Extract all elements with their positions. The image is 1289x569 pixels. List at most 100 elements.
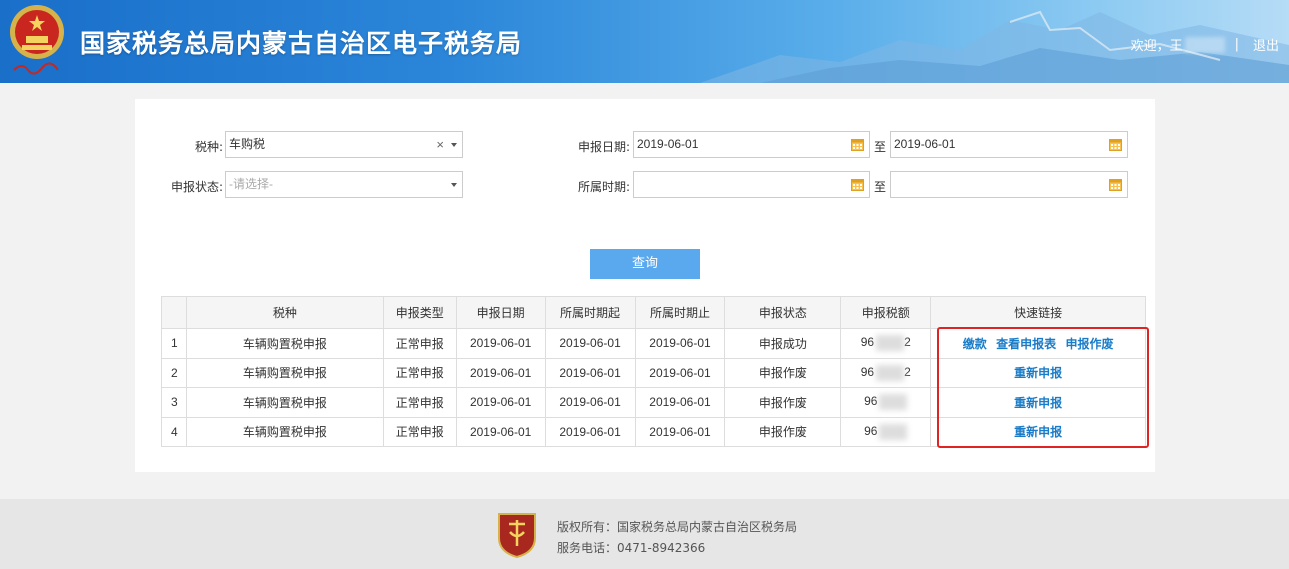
row-amount: 96 (840, 387, 932, 418)
amount-prefix: 96 (864, 423, 878, 438)
redeclare-link[interactable]: 重新申报 (1014, 425, 1062, 439)
view-form-link[interactable]: 查看申报表 (996, 337, 1056, 351)
row-type: 正常申报 (382, 328, 457, 359)
row-start: 2019-06-01 (544, 357, 636, 388)
row-tax: 车辆购置税申报 (185, 387, 384, 418)
footer-text: 版权所有：国家税务总局内蒙古自治区税务局 服务电话：0471-8942366 (557, 517, 797, 559)
site-title: 国家税务总局内蒙古自治区电子税务局 (80, 29, 523, 58)
row-type: 正常申报 (382, 416, 457, 447)
declare-status-select[interactable]: -请选择- (225, 171, 463, 198)
row-amount: 96 2 (840, 328, 932, 359)
col-header-type: 申报类型 (382, 296, 457, 329)
row-amount: 96 (840, 416, 932, 447)
table-row: 4 车辆购置税申报 正常申报 2019-06-01 2019-06-01 201… (161, 416, 1146, 447)
calendar-icon[interactable] (851, 138, 864, 151)
table-row: 1 车辆购置税申报 正常申报 2019-06-01 2019-06-01 201… (161, 328, 1146, 359)
row-date: 2019-06-01 (455, 387, 546, 418)
results-table: 税种 申报类型 申报日期 所属时期起 所属时期止 申报状态 申报税额 快速链接 … (161, 296, 1146, 447)
footer-copyright: 版权所有：国家税务总局内蒙古自治区税务局 (557, 520, 798, 534)
amount-suffix: 2 (904, 335, 911, 350)
col-header-end: 所属时期止 (634, 296, 726, 329)
col-header-links: 快速链接 (930, 296, 1146, 329)
row-tax: 车辆购置税申报 (185, 328, 384, 359)
row-end: 2019-06-01 (634, 357, 726, 388)
date-range-to: 至 (874, 140, 887, 154)
row-links: 重新申报 (930, 357, 1146, 388)
declare-date-label: 申报日期: (577, 140, 630, 154)
declare-date-to-input[interactable]: 2019-06-01 (890, 131, 1128, 158)
declare-date-from-value: 2019-06-01 (637, 137, 699, 151)
row-status: 申报作废 (724, 416, 842, 447)
table-row: 3 车辆购置税申报 正常申报 2019-06-01 2019-06-01 201… (161, 387, 1146, 418)
row-type: 正常申报 (382, 357, 457, 388)
table-header-row: 税种 申报类型 申报日期 所属时期起 所属时期止 申报状态 申报税额 快速链接 (161, 296, 1146, 329)
logout-link[interactable]: 退出 (1253, 35, 1279, 54)
brand-calligraphy-icon (13, 62, 59, 75)
national-emblem-icon (10, 5, 64, 59)
user-area: 欢迎， 王 | 退出 (1131, 35, 1279, 54)
declare-status-placeholder: -请选择- (229, 177, 273, 191)
row-tax: 车辆购置税申报 (185, 357, 384, 388)
period-to-input[interactable] (890, 171, 1128, 198)
void-declaration-link[interactable]: 申报作废 (1065, 337, 1113, 351)
tax-shield-logo-icon (498, 513, 536, 558)
site-footer: 版权所有：国家税务总局内蒙古自治区税务局 服务电话：0471-8942366 (0, 499, 1289, 569)
row-index: 4 (161, 416, 187, 447)
amount-prefix: 96 (864, 394, 878, 409)
main-panel: 税种: 车购税 × 申报日期: 2019-06-01 至 2019-06-01 … (135, 99, 1155, 472)
row-date: 2019-06-01 (455, 357, 546, 388)
query-button[interactable]: 查询 (590, 249, 700, 279)
row-date: 2019-06-01 (455, 416, 546, 447)
col-header-amount: 申报税额 (840, 296, 932, 329)
redeclare-link[interactable]: 重新申报 (1014, 396, 1062, 410)
calendar-icon[interactable] (1109, 178, 1122, 191)
tax-type-value: 车购税 (229, 137, 266, 151)
calendar-icon[interactable] (1109, 138, 1122, 151)
row-start: 2019-06-01 (544, 387, 636, 418)
amount-mask (879, 394, 908, 411)
row-links: 重新申报 (930, 416, 1146, 447)
row-status: 申报作废 (724, 387, 842, 418)
declare-date-from-input[interactable]: 2019-06-01 (633, 131, 870, 158)
amount-prefix: 96 (860, 364, 875, 379)
row-index: 3 (161, 387, 187, 418)
username-mask (1184, 36, 1225, 53)
amount-mask (879, 423, 908, 440)
row-index: 1 (161, 328, 187, 359)
table-row: 2 车辆购置税申报 正常申报 2019-06-01 2019-06-01 201… (161, 357, 1146, 388)
row-status: 申报成功 (724, 328, 842, 359)
row-links: 重新申报 (930, 387, 1146, 418)
row-end: 2019-06-01 (634, 416, 726, 447)
row-start: 2019-06-01 (544, 328, 636, 359)
welcome-text: 欢迎， (1130, 39, 1170, 54)
col-header-index (161, 296, 187, 329)
period-label: 所属时期: (577, 180, 630, 194)
redeclare-link[interactable]: 重新申报 (1014, 366, 1062, 380)
row-tax: 车辆购置税申报 (185, 416, 384, 447)
period-from-input[interactable] (633, 171, 870, 198)
col-header-date: 申报日期 (455, 296, 546, 329)
amount-mask (876, 335, 905, 352)
row-status: 申报作废 (724, 357, 842, 388)
tax-type-select[interactable]: 车购税 × (225, 131, 463, 158)
declare-status-label: 申报状态: (170, 180, 223, 194)
amount-prefix: 96 (860, 335, 875, 350)
user-initial: 王 (1169, 39, 1183, 54)
calendar-icon[interactable] (851, 178, 864, 191)
site-header: 国家税务总局内蒙古自治区电子税务局 欢迎， 王 | 退出 (0, 0, 1289, 83)
row-end: 2019-06-01 (634, 328, 726, 359)
chevron-down-icon (451, 183, 457, 187)
declare-date-to-value: 2019-06-01 (894, 137, 956, 151)
row-start: 2019-06-01 (544, 416, 636, 447)
col-header-status: 申报状态 (724, 296, 842, 329)
pay-link[interactable]: 缴款 (963, 337, 987, 351)
header-separator: | (1234, 37, 1239, 52)
row-index: 2 (161, 357, 187, 388)
amount-mask (876, 364, 905, 381)
period-range-to: 至 (874, 180, 887, 194)
clear-icon[interactable]: × (436, 132, 444, 157)
tax-type-label: 税种: (194, 140, 223, 154)
row-end: 2019-06-01 (634, 387, 726, 418)
row-amount: 96 2 (840, 357, 932, 388)
row-links: 缴款 查看申报表 申报作废 (930, 328, 1146, 359)
